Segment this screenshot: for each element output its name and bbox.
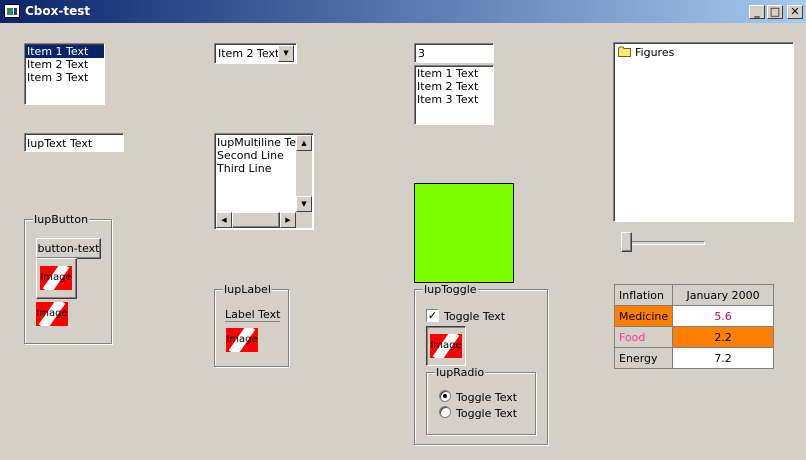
frame-title: IupLabel bbox=[223, 283, 272, 296]
list-item[interactable]: Item 2 Text bbox=[25, 58, 104, 71]
scroll-up-icon[interactable]: ▲ bbox=[296, 135, 312, 151]
list-item[interactable]: Item 3 Text bbox=[25, 71, 104, 84]
dropdown-value: Item 2 Text bbox=[218, 47, 280, 60]
multiline-input[interactable]: IupMultiline Text Second Line Third Line… bbox=[214, 133, 314, 230]
item-list[interactable]: Item 1 Text Item 2 Text Item 3 Text bbox=[24, 43, 105, 105]
multiline-line: Second Line bbox=[217, 149, 284, 162]
combo-input[interactable]: 3 bbox=[414, 43, 494, 63]
iupbutton-frame: IupButton button-text Image Image bbox=[24, 213, 112, 344]
toggle-checkbox[interactable]: ✓ bbox=[426, 309, 439, 322]
image-icon: Image bbox=[226, 328, 258, 352]
scroll-corner bbox=[296, 212, 312, 228]
image-icon: Image bbox=[40, 266, 72, 290]
radio-button[interactable] bbox=[439, 390, 451, 402]
list-item[interactable]: Item 3 Text bbox=[415, 93, 493, 106]
combo-value: 3 bbox=[418, 47, 425, 60]
scroll-down-icon[interactable]: ▼ bbox=[296, 196, 312, 212]
tree-node-figures[interactable]: Figures bbox=[635, 46, 674, 59]
minimize-button[interactable]: _ bbox=[749, 5, 765, 19]
label-text: Label Text bbox=[225, 308, 281, 322]
scroll-right-icon[interactable]: ▶ bbox=[280, 212, 296, 228]
matrix-cell[interactable]: 5.6 bbox=[672, 305, 774, 327]
multiline-line: Third Line bbox=[217, 162, 272, 175]
toggle-label[interactable]: Toggle Text bbox=[444, 310, 505, 323]
list-item[interactable]: Item 1 Text bbox=[25, 45, 104, 58]
combo-list[interactable]: Item 1 Text Item 2 Text Item 3 Text bbox=[414, 65, 494, 125]
slider[interactable] bbox=[617, 232, 709, 256]
color-canvas[interactable] bbox=[414, 183, 514, 283]
multiline-line: IupMultiline Text bbox=[217, 136, 296, 149]
chevron-down-icon[interactable]: ▼ bbox=[278, 45, 294, 62]
matrix-row-label[interactable]: Food bbox=[613, 326, 674, 348]
inflation-matrix[interactable]: Inflation January 2000 Medicine 5.6 Food… bbox=[613, 284, 774, 369]
maximize-button[interactable]: □ bbox=[767, 5, 783, 19]
radio-button[interactable] bbox=[439, 406, 451, 418]
item-dropdown[interactable]: Item 2 Text ▼ bbox=[214, 43, 297, 64]
title-bar[interactable]: Cbox-test _ □ ✕ bbox=[0, 0, 806, 23]
text-button[interactable]: button-text bbox=[36, 238, 101, 259]
matrix-cell[interactable]: 7.2 bbox=[672, 347, 774, 369]
app-icon[interactable] bbox=[4, 4, 20, 18]
frame-title: IupToggle bbox=[423, 283, 478, 296]
slider-thumb[interactable] bbox=[621, 232, 632, 252]
scroll-left-icon[interactable]: ◀ bbox=[216, 212, 232, 228]
frame-title: IupButton bbox=[33, 213, 90, 226]
matrix-row-label[interactable]: Medicine bbox=[613, 305, 674, 327]
frame-title: IupRadio bbox=[435, 366, 486, 379]
matrix-column-header[interactable]: January 2000 bbox=[672, 284, 774, 306]
image-icon: Image bbox=[36, 302, 68, 326]
image-toggle[interactable]: Image bbox=[426, 326, 466, 366]
folder-icon bbox=[618, 46, 631, 57]
radio-label[interactable]: Toggle Text bbox=[456, 407, 517, 420]
window-title: Cbox-test bbox=[25, 4, 91, 18]
image-icon: Image bbox=[430, 334, 462, 358]
radio-label[interactable]: Toggle Text bbox=[456, 391, 517, 404]
iuplabel-frame: IupLabel Label Text Image bbox=[214, 283, 289, 367]
text-input[interactable]: IupText Text bbox=[24, 133, 124, 152]
close-button[interactable]: ✕ bbox=[787, 5, 803, 19]
image-button[interactable]: Image bbox=[36, 258, 77, 299]
matrix-cell[interactable]: 2.2 bbox=[672, 326, 774, 348]
matrix-row-label[interactable]: Energy bbox=[613, 347, 674, 369]
list-item[interactable]: Item 2 Text bbox=[415, 80, 493, 93]
iupradio-frame: IupRadio Toggle Text Toggle Text bbox=[426, 366, 536, 435]
matrix-corner: Inflation bbox=[613, 284, 674, 306]
list-item[interactable]: Item 1 Text bbox=[415, 67, 493, 80]
text-input-value: IupText Text bbox=[27, 137, 93, 150]
tree-view[interactable]: Figures bbox=[613, 42, 794, 222]
iuptoggle-frame: IupToggle ✓ Toggle Text Image IupRadio T… bbox=[414, 283, 548, 445]
slider-track bbox=[621, 241, 705, 245]
scroll-thumb[interactable] bbox=[232, 212, 280, 228]
